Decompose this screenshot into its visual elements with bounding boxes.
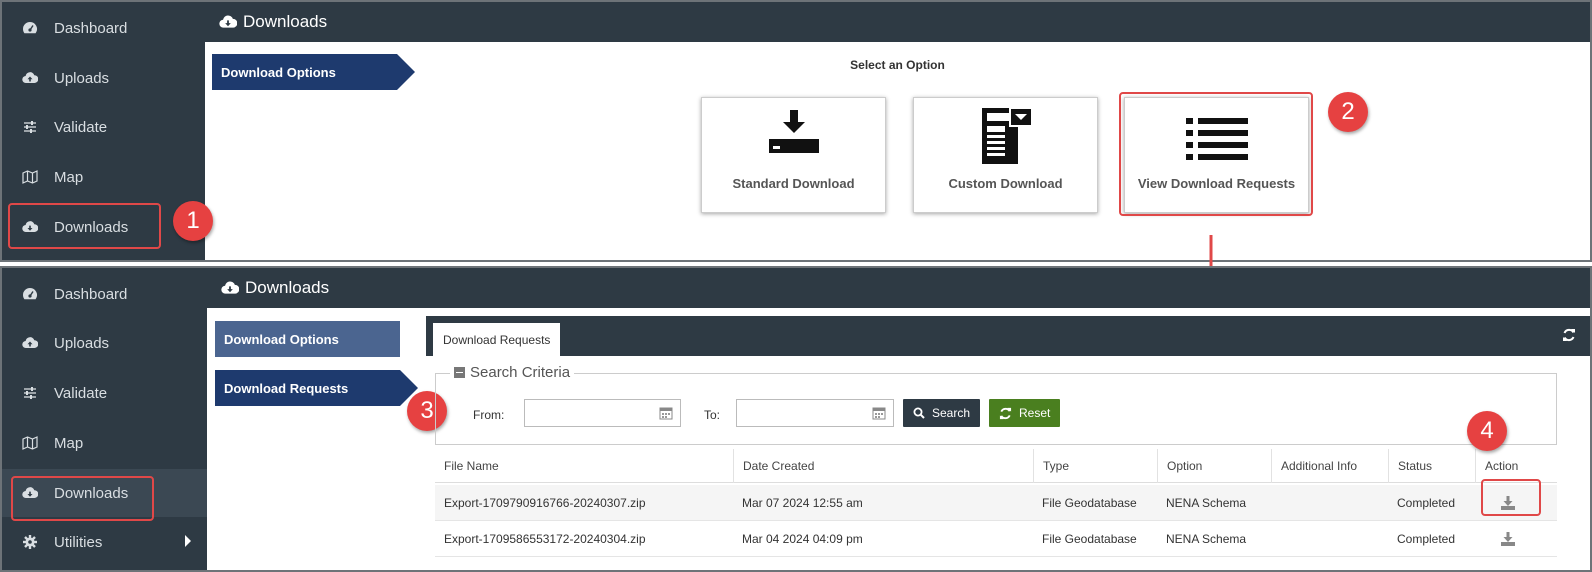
sidebar-item-label: Dashboard — [54, 19, 128, 37]
dashboard-icon — [20, 18, 40, 38]
additional-info-cell — [1271, 485, 1280, 521]
map-icon — [20, 433, 40, 453]
callout-4: 4 — [1467, 411, 1507, 451]
cloud-upload-icon — [20, 333, 40, 353]
highlight-download-action — [1481, 479, 1541, 516]
gear-icon — [20, 532, 40, 552]
table-header: File Name Date Created Type Option Addit… — [435, 449, 1557, 483]
column-header[interactable]: Type — [1033, 449, 1157, 483]
reset-button-label: Reset — [1019, 406, 1051, 420]
option-cell: NENA Schema — [1166, 532, 1247, 546]
search-criteria-panel: Search Criteria From: To: Search Reset — [435, 364, 1557, 445]
column-header[interactable]: Status — [1388, 449, 1475, 483]
column-header[interactable]: Date Created — [733, 449, 1033, 483]
download-icon[interactable] — [1500, 532, 1516, 551]
cloud-download-icon — [221, 281, 239, 295]
highlight-downloads — [8, 203, 161, 249]
select-option-title: Select an Option — [850, 58, 945, 72]
sidebar-item-label: Utilities — [54, 533, 103, 551]
sidebar-item-map[interactable]: Map — [2, 419, 207, 467]
search-criteria-title: Search Criteria — [470, 364, 571, 381]
downloads-options-screen: Dashboard Uploads Validate Map Downloads… — [0, 0, 1592, 262]
search-criteria-legend[interactable]: Search Criteria — [450, 364, 575, 381]
sidebar-item-label: Map — [54, 168, 84, 186]
status-cell: Completed — [1397, 532, 1456, 546]
standard-download-card[interactable]: Standard Download — [701, 97, 886, 213]
type-cell: File Geodatabase — [1042, 496, 1137, 510]
page-header: Downloads — [207, 268, 1590, 308]
custom-download-card[interactable]: Custom Download — [913, 97, 1098, 213]
map-icon — [20, 167, 40, 187]
sidebar: Dashboard Uploads Validate Map Downloads… — [2, 268, 207, 570]
sliders-icon — [20, 117, 40, 137]
sidebar-item-label: Uploads — [54, 334, 110, 352]
search-button-label: Search — [932, 406, 971, 420]
sidebar-item-label: Map — [54, 434, 84, 452]
file-name-cell: Export-1709790916766-20240307.zip — [444, 496, 646, 510]
date-created-cell: Mar 07 2024 12:55 am — [742, 496, 863, 510]
sidebar-item-label: Validate — [54, 384, 108, 402]
to-label: To: — [704, 408, 721, 422]
tab-download-requests[interactable]: Download Requests — [433, 323, 561, 356]
dashboard-icon — [20, 284, 40, 304]
refresh-icon[interactable] — [1562, 328, 1576, 347]
sidebar-item-label: Validate — [54, 118, 108, 136]
calendar-icon[interactable] — [659, 406, 673, 425]
sidebar-item-label: Dashboard — [54, 285, 128, 303]
cloud-upload-icon — [20, 68, 40, 88]
search-icon — [913, 407, 925, 419]
from-date-input[interactable] — [524, 399, 681, 427]
highlight-view-requests — [1119, 92, 1313, 216]
column-header[interactable]: Option — [1157, 449, 1271, 483]
page-title: Downloads — [245, 278, 330, 297]
option-area: Select an Option — [205, 2, 1590, 260]
sidebar-item-map[interactable]: Map — [2, 153, 205, 201]
chevron-right-icon — [185, 535, 191, 547]
sidebar-item-utilities[interactable]: Utilities — [2, 518, 207, 566]
status-cell: Completed — [1397, 496, 1456, 510]
download-requests-screen: Dashboard Uploads Validate Map Downloads… — [0, 266, 1592, 572]
sidebar-item-dashboard[interactable]: Dashboard — [2, 270, 207, 318]
sidebar-item-uploads[interactable]: Uploads — [2, 54, 205, 102]
tab-bar: Download Requests — [426, 316, 1590, 356]
option-cell: NENA Schema — [1166, 496, 1247, 510]
callout-2: 2 — [1328, 92, 1368, 132]
sidebar-item-validate[interactable]: Validate — [2, 369, 207, 417]
card-label: Standard Download — [732, 176, 855, 191]
column-header: Action — [1475, 449, 1557, 483]
calendar-icon[interactable] — [872, 406, 886, 425]
nav-download-options[interactable]: Download Options — [215, 321, 400, 357]
sidebar-item-label: Uploads — [54, 69, 110, 87]
column-header[interactable]: File Name — [435, 449, 733, 483]
date-created-cell: Mar 04 2024 04:09 pm — [742, 532, 863, 546]
type-cell: File Geodatabase — [1042, 532, 1137, 546]
sliders-icon — [20, 383, 40, 403]
custom-form-icon — [981, 107, 1033, 164]
table-row: Export-1709586553172-20240304.zip Mar 04… — [435, 521, 1557, 557]
sidebar-item-validate[interactable]: Validate — [2, 103, 205, 151]
nav-download-requests[interactable]: Download Requests — [215, 370, 418, 406]
to-date-input[interactable] — [736, 399, 894, 427]
search-button[interactable]: Search — [903, 399, 981, 427]
card-label: Custom Download — [948, 176, 1063, 191]
highlight-downloads — [11, 476, 154, 521]
refresh-icon — [999, 407, 1012, 420]
column-header[interactable]: Additional Info — [1271, 449, 1388, 483]
table-row: Export-1709790916766-20240307.zip Mar 07… — [435, 485, 1557, 521]
additional-info-cell — [1271, 521, 1280, 557]
reset-button[interactable]: Reset — [989, 399, 1061, 427]
sidebar-item-uploads[interactable]: Uploads — [2, 319, 207, 367]
file-name-cell: Export-1709586553172-20240304.zip — [444, 532, 646, 546]
from-label: From: — [473, 408, 505, 422]
collapse-icon[interactable] — [454, 367, 465, 378]
sidebar-item-dashboard[interactable]: Dashboard — [2, 4, 205, 52]
download-tray-icon — [768, 110, 819, 153]
